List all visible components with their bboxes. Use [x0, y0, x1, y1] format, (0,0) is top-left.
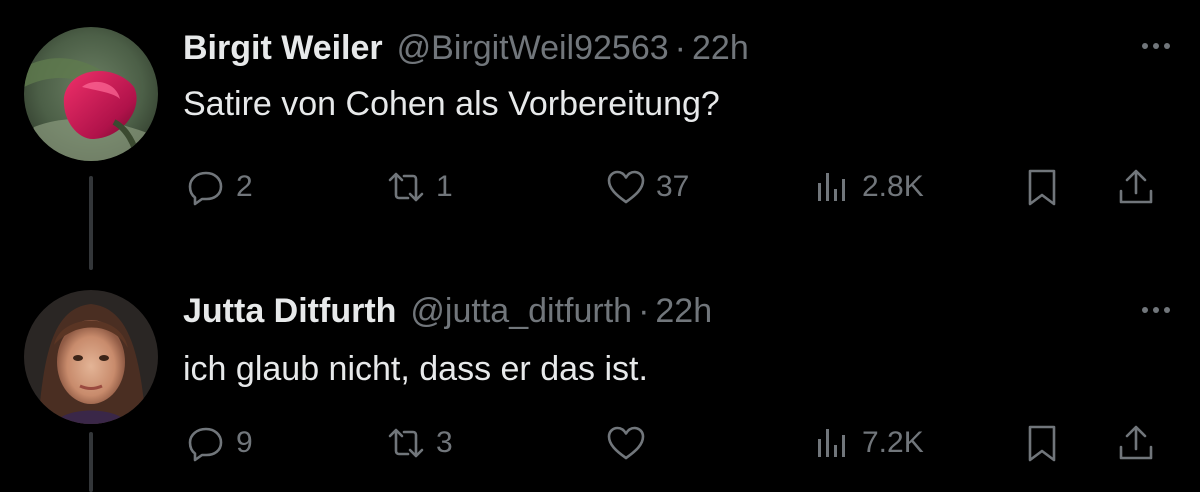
- avatar[interactable]: [24, 290, 158, 424]
- retweet-count: 1: [436, 170, 453, 203]
- views-button[interactable]: 7.2K: [812, 420, 924, 466]
- display-name[interactable]: Jutta Ditfurth: [183, 291, 396, 331]
- separator-dot: ·: [674, 29, 686, 67]
- reply-icon: [188, 427, 223, 462]
- bookmark-icon: [1028, 425, 1056, 462]
- like-button[interactable]: 37: [606, 164, 689, 210]
- reply-count: 9: [236, 426, 253, 459]
- retweet-button[interactable]: 1: [386, 164, 453, 210]
- views-button[interactable]: 2.8K: [812, 164, 924, 210]
- heart-icon: [607, 170, 645, 204]
- bookmark-button[interactable]: [1022, 164, 1062, 210]
- avatar[interactable]: [24, 27, 158, 161]
- share-icon: [1119, 169, 1153, 204]
- more-options-icon[interactable]: [1142, 36, 1170, 56]
- retweet-button[interactable]: 3: [386, 420, 453, 466]
- tweet-action-bar: 2 1 37 2.8K: [0, 164, 1200, 210]
- reply-button[interactable]: 2: [186, 164, 253, 210]
- flower-avatar-image: [24, 27, 158, 161]
- more-options-icon[interactable]: [1142, 300, 1170, 320]
- share-icon: [1119, 425, 1153, 460]
- tweet-text: Satire von Cohen als Vorbereitung?: [183, 85, 720, 123]
- like-button[interactable]: [606, 420, 656, 466]
- user-handle[interactable]: @jutta_ditfurth: [410, 291, 632, 331]
- timestamp[interactable]: 22h: [655, 291, 712, 331]
- retweet-icon: [388, 172, 424, 202]
- analytics-bars-icon: [818, 173, 845, 201]
- separator-dot: ·: [638, 292, 650, 330]
- heart-icon: [607, 426, 645, 460]
- tweet-action-bar: 9 3 7.2K: [0, 420, 1200, 466]
- user-handle[interactable]: @BirgitWeil92563: [397, 28, 669, 68]
- reply-button[interactable]: 9: [186, 420, 253, 466]
- tweet-header: Birgit Weiler @BirgitWeil92563 · 22h: [183, 28, 749, 68]
- display-name[interactable]: Birgit Weiler: [183, 28, 383, 68]
- views-count: 7.2K: [862, 426, 924, 459]
- share-button[interactable]: [1116, 420, 1156, 466]
- analytics-bars-icon: [818, 429, 845, 457]
- views-count: 2.8K: [862, 170, 924, 203]
- retweet-count: 3: [436, 426, 453, 459]
- reply-count: 2: [236, 170, 253, 203]
- share-button[interactable]: [1116, 164, 1156, 210]
- tweet-text: ich glaub nicht, dass er das ist.: [183, 350, 648, 388]
- retweet-icon: [388, 428, 424, 458]
- tweet[interactable]: Jutta Ditfurth @jutta_ditfurth · 22h ich…: [0, 270, 1200, 492]
- like-count: 37: [656, 170, 690, 203]
- tweet-header: Jutta Ditfurth @jutta_ditfurth · 22h: [183, 291, 712, 331]
- bookmark-icon: [1028, 169, 1056, 206]
- reply-icon: [188, 171, 223, 206]
- tweet[interactable]: Birgit Weiler @BirgitWeil92563 · 22h Sat…: [0, 0, 1200, 270]
- timestamp[interactable]: 22h: [692, 28, 749, 68]
- bookmark-button[interactable]: [1022, 420, 1062, 466]
- portrait-avatar-image: [24, 290, 158, 424]
